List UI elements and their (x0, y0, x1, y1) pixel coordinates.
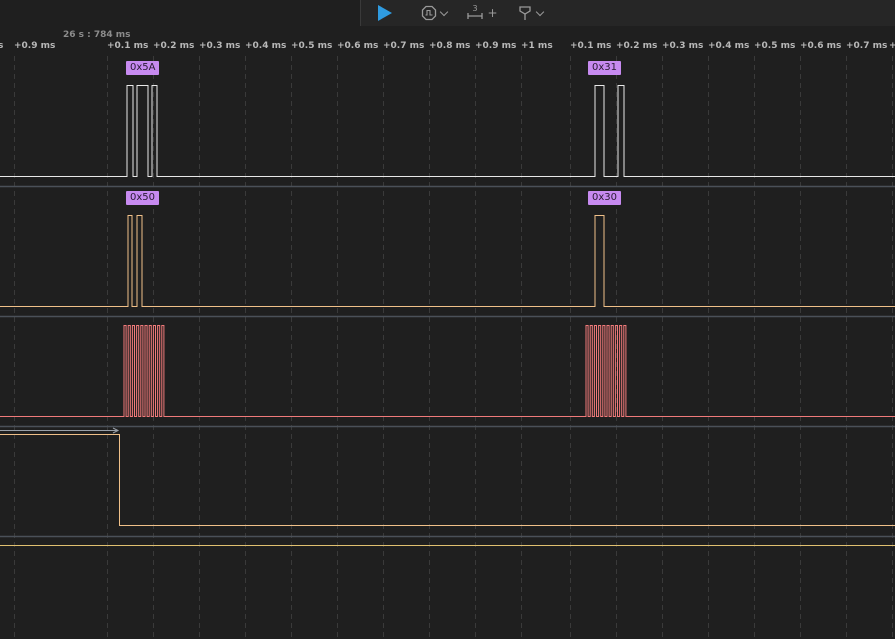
trace-channel-3 (0, 325, 895, 417)
decode-label[interactable]: 0x5A (126, 61, 160, 75)
decode-label[interactable]: 0x31 (588, 61, 622, 75)
time-tick-label: +0.1 ms (570, 41, 612, 51)
time-tick-label: + (889, 41, 895, 51)
time-tick-label: +0.8 ms (429, 41, 471, 51)
capture-toolbar: 3 + (360, 0, 895, 26)
time-tick-label: +0.5 ms (754, 41, 796, 51)
time-tick-label: s (0, 41, 4, 51)
time-ruler[interactable]: s +0.9 ms +0.1 ms +0.2 ms +0.3 ms +0.4 ms +0.5… (0, 38, 895, 54)
measure-icon: 3 (467, 4, 484, 19)
add-measurement-button[interactable]: 3 + (465, 0, 499, 26)
time-tick-label: +0.4 ms (245, 41, 287, 51)
trigger-settings-button[interactable] (417, 0, 451, 26)
time-tick-label: +1 ms (521, 41, 553, 51)
chevron-down-icon (535, 7, 545, 16)
chevron-down-icon (439, 7, 449, 16)
play-icon (378, 5, 392, 21)
time-tick-label: +0.4 ms (708, 41, 750, 51)
measure-count: 3 (473, 4, 478, 13)
time-tick-label: +0.5 ms (291, 41, 333, 51)
time-tick-label: +0.3 ms (662, 41, 704, 51)
trace-channel-2 (0, 215, 895, 307)
time-tick-label: +0.7 ms (383, 41, 425, 51)
plus-icon: + (487, 6, 498, 20)
time-tick-label: +0.6 ms (800, 41, 842, 51)
time-tick-label: +0.1 ms (107, 41, 149, 51)
decode-label[interactable]: 0x30 (588, 191, 622, 205)
trace-channel-1 (0, 85, 895, 177)
add-marker-button[interactable] (513, 0, 547, 26)
time-tick-label: +0.3 ms (199, 41, 241, 51)
decode-label[interactable]: 0x50 (126, 191, 160, 205)
marker-icon (519, 6, 531, 20)
play-button[interactable] (371, 0, 399, 26)
time-tick-label: +0.6 ms (337, 41, 379, 51)
time-tick-label: +0.2 ms (153, 41, 195, 51)
trigger-icon (421, 5, 437, 21)
logic-analyzer-app: 3 + 26 s : 784 ms s +0.9 ms +0.1 ms +0.2 ms… (0, 0, 895, 639)
time-tick-label: +0.9 ms (14, 41, 56, 51)
waveform-area[interactable] (0, 0, 895, 639)
time-tick-label: +0.2 ms (616, 41, 658, 51)
time-tick-label: +0.9 ms (475, 41, 517, 51)
trace-channel-4 (0, 434, 895, 526)
time-tick-label: +0.7 ms (846, 41, 888, 51)
